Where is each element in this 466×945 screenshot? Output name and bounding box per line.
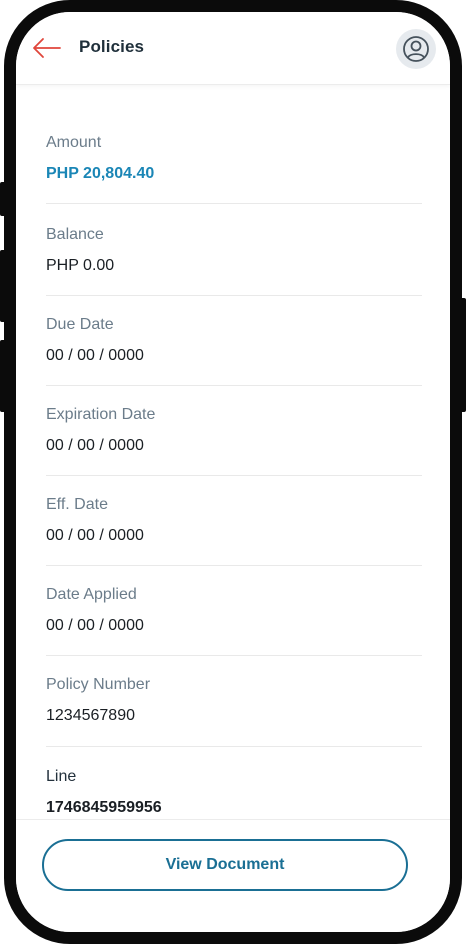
detail-row-eff-date: Eff. Date 00 / 00 / 0000 (46, 476, 422, 566)
expiration-date-value: 00 / 00 / 0000 (46, 437, 144, 454)
user-circle-icon (403, 36, 429, 62)
arrow-left-icon (33, 38, 61, 58)
footer-bar: View Document (16, 819, 450, 932)
expiration-date-label: Expiration Date (46, 406, 156, 423)
detail-row-amount: Amount PHP 20,804.40 (46, 84, 422, 204)
eff-date-label: Eff. Date (46, 496, 108, 513)
balance-label: Balance (46, 226, 104, 243)
app-header: Policies (16, 12, 450, 85)
detail-row-expiration-date: Expiration Date 00 / 00 / 0000 (46, 386, 422, 476)
page-title: Policies (79, 37, 145, 56)
view-document-button[interactable]: View Document (42, 839, 408, 891)
policy-number-value: 1234567890 (46, 707, 135, 724)
phone-frame: Policies Amount PHP 20,804.40 Balance PH… (4, 0, 462, 944)
detail-row-due-date: Due Date 00 / 00 / 0000 (46, 296, 422, 386)
policy-number-label: Policy Number (46, 676, 151, 693)
eff-date-value: 00 / 00 / 0000 (46, 527, 144, 544)
amount-label: Amount (46, 134, 102, 151)
back-button[interactable] (30, 36, 62, 60)
line-label: Line (46, 768, 77, 785)
profile-button[interactable] (396, 29, 436, 69)
date-applied-value: 00 / 00 / 0000 (46, 617, 144, 634)
detail-row-balance: Balance PHP 0.00 (46, 204, 422, 296)
due-date-label: Due Date (46, 316, 114, 333)
detail-row-policy-number: Policy Number 1234567890 (46, 656, 422, 747)
date-applied-label: Date Applied (46, 586, 137, 603)
detail-row-date-applied: Date Applied 00 / 00 / 0000 (46, 566, 422, 656)
due-date-value: 00 / 00 / 0000 (46, 347, 144, 364)
line-value: 1746845959956 (46, 799, 162, 816)
amount-value: PHP 20,804.40 (46, 165, 155, 182)
policy-details: Amount PHP 20,804.40 Balance PHP 0.00 Du… (46, 84, 422, 838)
balance-value: PHP 0.00 (46, 257, 115, 274)
